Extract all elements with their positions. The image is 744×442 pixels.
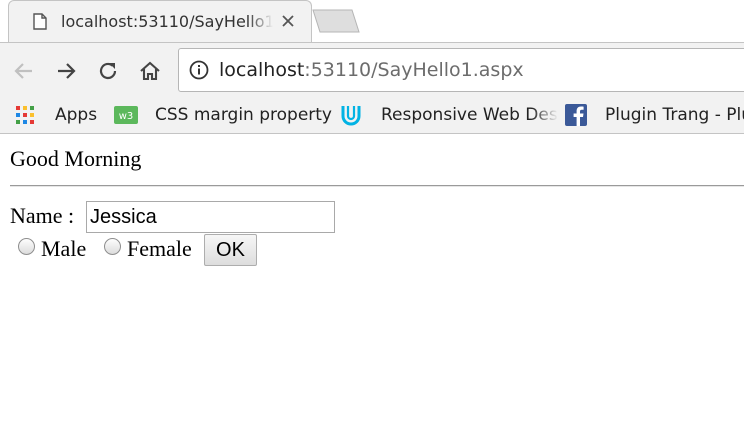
male-label[interactable]: Male [41, 236, 86, 262]
facebook-icon [565, 104, 587, 126]
male-radio[interactable] [18, 238, 35, 255]
browser-tab[interactable]: localhost:53110/SayHello1.aspx [8, 0, 312, 42]
browser-toolbar: localhost:53110/SayHello1.aspx [0, 42, 744, 98]
name-input[interactable] [86, 201, 335, 233]
bookmark-label: CSS margin property [155, 105, 332, 125]
horizontal-rule [10, 185, 744, 187]
bookmark-label: Responsive Web Des [381, 105, 558, 125]
url-host: localhost [219, 59, 305, 81]
address-bar[interactable]: localhost:53110/SayHello1.aspx [178, 48, 744, 92]
bookmark-label: Plugin Trang - Plu [605, 105, 744, 125]
info-icon[interactable] [189, 60, 209, 80]
bookmark-responsive-web[interactable]: Responsive Web Des [339, 98, 558, 132]
document-icon [33, 13, 47, 30]
url-path: :53110/SayHello1.aspx [304, 59, 524, 81]
page-content: Good Morning Name : Male Female OK [0, 134, 744, 442]
tab-title: localhost:53110/SayHello1.aspx [61, 12, 273, 31]
w3schools-icon: w3 [114, 106, 138, 124]
tab-strip: localhost:53110/SayHello1.aspx [0, 0, 744, 42]
url-text: localhost:53110/SayHello1.aspx [219, 59, 524, 81]
home-icon[interactable] [138, 59, 162, 83]
bookmark-css-margin[interactable]: w3 CSS margin property [114, 98, 332, 132]
bookmark-plugin-trang[interactable]: Plugin Trang - Plu [565, 98, 744, 132]
reload-icon[interactable] [96, 59, 120, 83]
udacity-icon [341, 106, 361, 126]
forward-arrow-icon[interactable] [54, 59, 78, 83]
apps-grid-icon [16, 106, 34, 124]
new-tab-button[interactable] [312, 9, 360, 33]
close-icon[interactable] [281, 14, 295, 28]
female-label[interactable]: Female [127, 236, 192, 262]
bookmark-label: Apps [55, 105, 98, 125]
svg-text:w3: w3 [119, 111, 134, 122]
greeting-text: Good Morning [10, 146, 142, 171]
name-label: Name : [10, 203, 75, 228]
bookmarks-bar: Apps w3 CSS margin property Responsive W… [0, 98, 744, 134]
bookmark-apps[interactable]: Apps [15, 98, 97, 132]
back-arrow-icon[interactable] [12, 59, 36, 83]
ok-button[interactable]: OK [204, 234, 257, 266]
female-radio[interactable] [104, 238, 121, 255]
